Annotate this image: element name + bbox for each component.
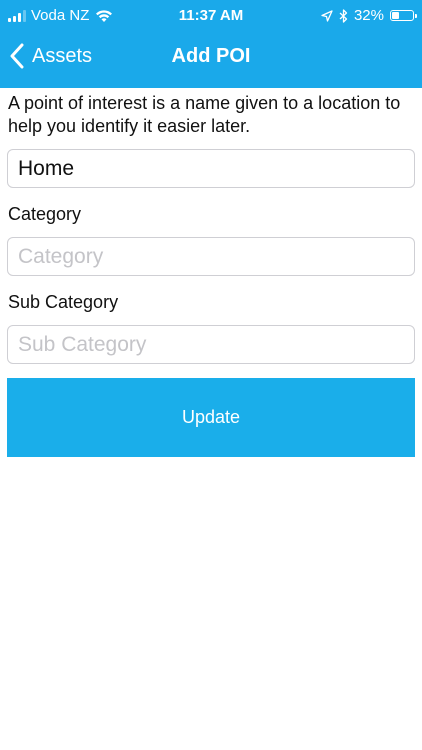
top-bar: Voda NZ 11:37 AM 32% Assets Add POI	[0, 0, 422, 88]
intro-text: A point of interest is a name given to a…	[8, 93, 401, 136]
update-button[interactable]: Update	[7, 378, 415, 457]
status-right: 32%	[321, 7, 417, 24]
battery-icon	[390, 10, 417, 21]
poi-name-input[interactable]	[7, 149, 415, 188]
category-label: Category	[8, 204, 82, 224]
sub-category-label: Sub Category	[8, 292, 119, 312]
battery-percent: 32%	[353, 7, 384, 24]
status-bar: Voda NZ 11:37 AM 32%	[0, 0, 422, 32]
sub-category-input[interactable]	[7, 325, 415, 364]
page-title: Add POI	[171, 45, 251, 67]
bluetooth-icon	[339, 8, 348, 23]
category-input[interactable]	[7, 237, 415, 276]
location-arrow-icon	[321, 9, 333, 22]
navigation-bar: Assets Add POI	[0, 32, 422, 88]
